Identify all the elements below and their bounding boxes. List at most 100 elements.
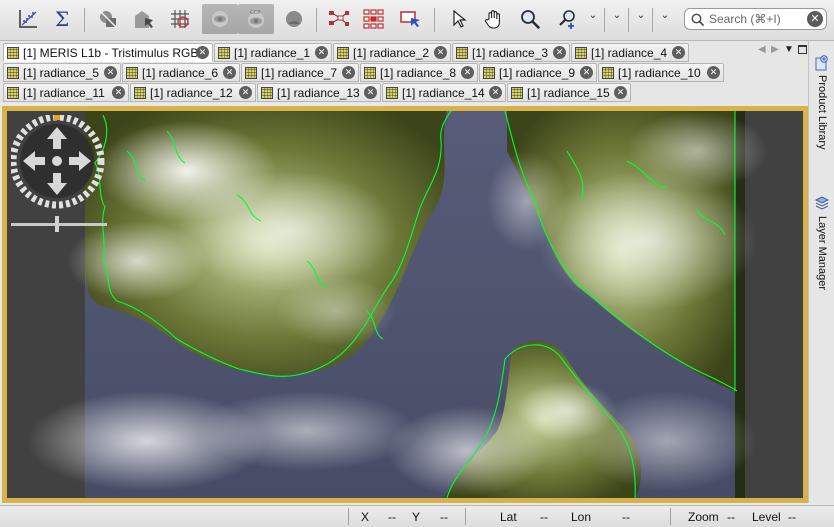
range-finder-icon[interactable] <box>128 4 160 34</box>
product-library-label: Product Library <box>816 75 828 150</box>
tab-label: [1] radiance_2 <box>353 45 430 60</box>
product-display-icon[interactable] <box>394 4 426 34</box>
tab-label: [1] radiance_14 <box>402 85 485 100</box>
maximize-window-icon[interactable] <box>798 45 807 54</box>
close-tab-icon[interactable]: ✕ <box>196 46 209 59</box>
image-view-icon <box>456 46 468 59</box>
chevron-down-icon[interactable]: ⌄ <box>660 10 670 21</box>
status-lon-value: -- <box>622 510 630 524</box>
tab-label: [1] radiance_15 <box>527 85 610 100</box>
status-level-label: Level <box>752 510 781 524</box>
tab-radiance-2[interactable]: [1] radiance_2 ✕ <box>333 43 451 62</box>
close-tab-icon[interactable]: ✕ <box>112 86 125 99</box>
sync-cursor-eye-icon[interactable] <box>202 4 238 34</box>
navigation-control <box>9 113 109 245</box>
image-view-icon <box>7 66 19 79</box>
chevron-down-icon[interactable]: ⌄ <box>636 10 646 21</box>
close-tab-icon[interactable]: ✕ <box>104 66 117 79</box>
close-tab-icon[interactable]: ✕ <box>461 66 474 79</box>
image-view-canvas[interactable] <box>7 111 803 498</box>
chevron-down-icon[interactable]: ⌄ <box>612 10 622 21</box>
tab-label: [1] radiance_8 <box>380 65 457 80</box>
image-view-icon <box>261 86 273 99</box>
status-x-value: -- <box>388 510 396 524</box>
tab-radiance-8[interactable]: [1] radiance_8 ✕ <box>360 63 478 82</box>
image-view-icon <box>364 66 376 79</box>
tab-radiance-9[interactable]: [1] radiance_9 ✕ <box>479 63 597 82</box>
product-library-icon <box>815 55 828 71</box>
tab-radiance-14[interactable]: [1] radiance_14 ✕ <box>382 83 506 102</box>
tab-label: [1] radiance_12 <box>150 85 233 100</box>
image-view-frame <box>2 106 808 503</box>
svg-text:Σ: Σ <box>55 8 69 30</box>
image-view-icon <box>575 46 587 59</box>
layer-manager-tab[interactable]: Layer Manager <box>809 196 834 346</box>
close-tab-icon[interactable]: ✕ <box>614 86 627 99</box>
status-y-label: Y <box>412 510 421 524</box>
scatter-plot-icon[interactable] <box>12 4 44 34</box>
tab-radiance-4[interactable]: [1] radiance_4 ✕ <box>571 43 689 62</box>
search-icon <box>691 13 705 27</box>
tab-radiance-10[interactable]: [1] radiance_10 ✕ <box>598 63 724 82</box>
status-lon-label: Lon <box>571 510 592 524</box>
close-tab-icon[interactable]: ✕ <box>489 86 502 99</box>
tab-list-menu-icon[interactable]: ▼ <box>784 44 794 55</box>
close-tab-icon[interactable]: ✕ <box>223 66 236 79</box>
grid-overlay-icon[interactable] <box>164 4 196 34</box>
right-tool-window-bar: Product Library Layer Manager <box>808 41 834 503</box>
matrix-grid-icon[interactable] <box>358 4 390 34</box>
status-level-value: -- <box>788 510 796 524</box>
tab-label: [1] radiance_5 <box>23 65 100 80</box>
zoom-in-pin-icon[interactable] <box>552 4 584 34</box>
main-toolbar: Σ GCP ⌄ ⌄ ⌄ ⌄ Search (⌘+I) ✕ <box>0 0 834 41</box>
select-arrow-icon[interactable] <box>442 4 474 34</box>
image-view-icon <box>126 66 138 79</box>
tab-radiance-3[interactable]: [1] radiance_3 ✕ <box>452 43 570 62</box>
scroll-tabs-right-icon[interactable]: ▶ <box>771 44 779 55</box>
close-tab-icon[interactable]: ✕ <box>553 46 566 59</box>
statistics-sigma-icon[interactable]: Σ <box>46 4 78 34</box>
zoom-magnifier-icon[interactable] <box>514 4 546 34</box>
tab-radiance-6[interactable]: [1] radiance_6 ✕ <box>122 63 240 82</box>
tab-label: [1] MERIS L1b - Tristimulus RGB <box>23 45 199 60</box>
pan-hand-icon[interactable] <box>478 4 510 34</box>
image-view-icon <box>218 46 230 59</box>
status-zoom-value: -- <box>727 510 735 524</box>
graph-network-icon[interactable] <box>322 4 354 34</box>
chevron-down-icon[interactable]: ⌄ <box>588 10 598 21</box>
pin-manager-icon[interactable] <box>278 4 310 34</box>
tab-label: [1] radiance_7 <box>261 65 338 80</box>
tab-radiance-12[interactable]: [1] radiance_12 ✕ <box>130 83 256 102</box>
close-tab-icon[interactable]: ✕ <box>707 66 720 79</box>
image-view-icon <box>7 86 19 99</box>
search-input[interactable] <box>709 11 801 27</box>
tab-radiance-5[interactable]: [1] radiance_5 ✕ <box>3 63 121 82</box>
tab-radiance-1[interactable]: [1] radiance_1 ✕ <box>214 43 332 62</box>
tab-radiance-11[interactable]: [1] radiance_11 ✕ <box>3 83 129 102</box>
close-tab-icon[interactable]: ✕ <box>672 46 685 59</box>
close-tab-icon[interactable]: ✕ <box>342 66 355 79</box>
tab-radiance-7[interactable]: [1] radiance_7 ✕ <box>241 63 359 82</box>
status-zoom-label: Zoom <box>688 510 719 524</box>
tab-tristimulus-rgb[interactable]: [1] MERIS L1b - Tristimulus RGB ✕ <box>3 43 213 62</box>
image-view-icon <box>511 86 523 99</box>
close-tab-icon[interactable]: ✕ <box>315 46 328 59</box>
status-lat-label: Lat <box>500 510 517 524</box>
tab-radiance-15[interactable]: [1] radiance_15 ✕ <box>507 83 631 102</box>
gcp-eye-icon[interactable]: GCP <box>238 4 274 34</box>
close-tab-icon[interactable]: ✕ <box>239 86 252 99</box>
status-lat-value: -- <box>540 510 548 524</box>
close-tab-icon[interactable]: ✕ <box>580 66 593 79</box>
clear-search-icon[interactable]: ✕ <box>807 11 823 27</box>
close-tab-icon[interactable]: ✕ <box>434 46 447 59</box>
layer-manager-label: Layer Manager <box>816 216 828 290</box>
product-library-tab[interactable]: Product Library <box>809 55 834 205</box>
status-bar: X -- Y -- Lat -- Lon -- Zoom -- Level -- <box>0 505 834 527</box>
tab-label: [1] radiance_4 <box>591 45 668 60</box>
close-tab-icon[interactable]: ✕ <box>364 86 377 99</box>
image-view-icon <box>245 66 257 79</box>
tab-label: [1] radiance_3 <box>472 45 549 60</box>
scroll-tabs-left-icon[interactable]: ◀ <box>758 44 766 55</box>
mask-tool-icon[interactable] <box>92 4 124 34</box>
tab-radiance-13[interactable]: [1] radiance_13 ✕ <box>257 83 381 102</box>
